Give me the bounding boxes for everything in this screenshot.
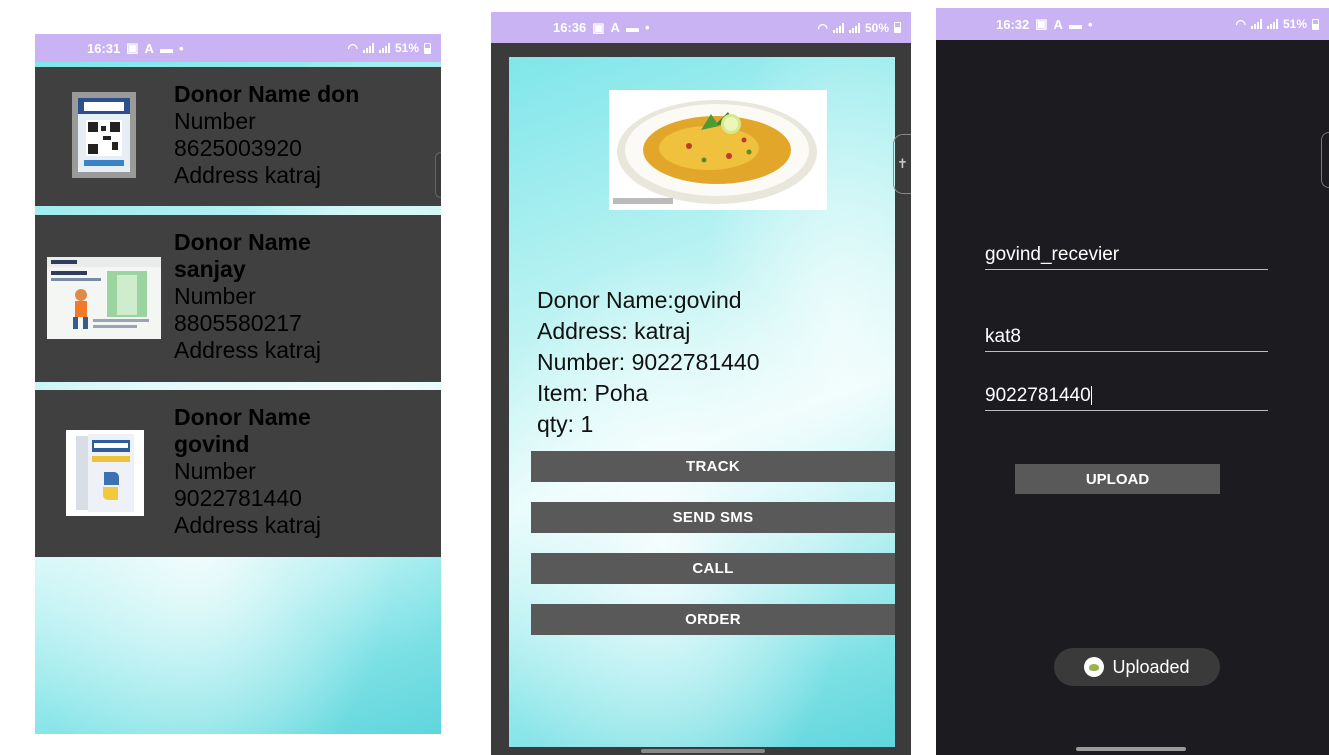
accessibility-icon[interactable]: ✝ xyxy=(893,134,911,194)
detail-address: Address: katraj xyxy=(537,318,691,344)
paytm-qr-image xyxy=(72,92,136,178)
donor-detail-screen: 16:36 ▣ A ▬ • ◠ 50% Donor Name:govind Ad… xyxy=(491,12,911,755)
battery-icon xyxy=(424,42,431,54)
number-label: Number xyxy=(174,283,256,309)
status-bar: 16:31 ▣ A ▬ • ◠ 51% xyxy=(35,34,441,62)
wifi-icon: ◠ xyxy=(347,41,358,55)
career-ad-image xyxy=(47,257,161,339)
home-indicator[interactable] xyxy=(641,749,765,753)
notification-icon: ▬ xyxy=(1068,16,1082,32)
donor-name-line1: Donor Name xyxy=(174,404,311,430)
donor-address: Address katraj xyxy=(174,162,322,188)
accessibility-handle-icon[interactable] xyxy=(1321,132,1329,188)
gallery-icon: ▣ xyxy=(592,19,605,35)
detail-donor-name: Donor Name:govind xyxy=(537,287,742,313)
donor-name-line2: govind xyxy=(174,431,250,457)
detail-item: Item: Poha xyxy=(537,380,649,406)
number-label: Number xyxy=(174,458,256,484)
send-sms-button[interactable]: SEND SMS xyxy=(531,502,895,533)
notification-icon: ▬ xyxy=(625,20,639,35)
signal-icon-2 xyxy=(1266,19,1278,29)
track-button[interactable]: TRACK xyxy=(531,451,895,482)
wifi-icon: ◠ xyxy=(817,20,828,35)
status-time: 16:36 xyxy=(553,20,587,35)
signal-icon xyxy=(362,43,374,53)
status-bar: 16:32 ▣ A ▬ • ◠ 51% xyxy=(936,8,1329,40)
receiver-name-field[interactable]: govind_recevier xyxy=(985,244,1268,270)
list-item[interactable]: Donor Name govind Number 9022781440 Addr… xyxy=(35,390,441,557)
dot-icon: • xyxy=(178,40,184,56)
battery-percent: 51% xyxy=(394,41,419,55)
poha-food-image xyxy=(609,90,827,210)
donor-address: Address katraj xyxy=(174,337,322,363)
donor-address: Address katraj xyxy=(174,512,322,538)
dot-icon: • xyxy=(1087,16,1093,32)
signal-icon xyxy=(1250,19,1262,29)
app-a-icon: A xyxy=(1053,16,1063,32)
battery-icon xyxy=(1312,18,1319,30)
battery-percent: 51% xyxy=(1282,17,1307,31)
gallery-icon: ▣ xyxy=(126,40,139,55)
upload-screen: 16:32 ▣ A ▬ • ◠ 51% govind_recevier kat8… xyxy=(936,8,1329,755)
text-cursor xyxy=(1090,386,1093,406)
side-edge-handle[interactable] xyxy=(435,152,441,198)
phone-field-value: 9022781440 xyxy=(985,385,1091,406)
notification-icon: ▬ xyxy=(159,40,173,56)
signal-icon-2 xyxy=(848,22,860,33)
home-indicator[interactable] xyxy=(1076,747,1186,751)
donor-list: Donor Name don Number 8625003920 Address… xyxy=(35,62,441,734)
uploaded-toast: Uploaded xyxy=(1054,648,1220,686)
status-time: 16:31 xyxy=(87,40,121,56)
status-bar: 16:36 ▣ A ▬ • ◠ 50% xyxy=(491,12,911,43)
gallery-icon: ▣ xyxy=(1035,16,1048,31)
donor-number: 8805580217 xyxy=(174,310,302,336)
battery-percent: 50% xyxy=(864,20,889,35)
detail-panel: Donor Name:govind Address: katraj Number… xyxy=(509,57,895,747)
dot-icon: • xyxy=(644,20,650,35)
status-time: 16:32 xyxy=(996,16,1030,32)
donor-number: 8625003920 xyxy=(174,135,302,161)
app-a-icon: A xyxy=(610,20,620,35)
toast-text: Uploaded xyxy=(1112,656,1190,677)
detail-number: Number: 9022781440 xyxy=(537,349,760,375)
python-book-image xyxy=(66,430,144,516)
list-item[interactable]: Donor Name sanjay Number 8805580217 Addr… xyxy=(35,215,441,382)
signal-icon-2 xyxy=(378,43,390,53)
donor-details: Donor Name:govind Address: katraj Number… xyxy=(537,285,760,440)
detail-qty: qty: 1 xyxy=(537,411,594,437)
number-label: Number xyxy=(174,108,256,134)
address-field[interactable]: kat8 xyxy=(985,326,1268,352)
donor-list-screen: 16:31 ▣ A ▬ • ◠ 51% Donor Name don Numbe… xyxy=(35,34,441,734)
app-a-icon: A xyxy=(144,40,154,56)
donor-name-line1: Donor Name xyxy=(174,229,311,255)
phone-field[interactable]: 9022781440 xyxy=(985,385,1268,411)
app-logo-icon xyxy=(1084,657,1105,677)
signal-icon xyxy=(832,22,844,33)
donor-number: 9022781440 xyxy=(174,485,302,511)
list-item[interactable]: Donor Name don Number 8625003920 Address… xyxy=(35,67,441,206)
wifi-icon: ◠ xyxy=(1235,17,1246,31)
call-button[interactable]: CALL xyxy=(531,553,895,584)
donor-name: Donor Name don xyxy=(174,81,360,107)
order-button[interactable]: ORDER xyxy=(531,604,895,635)
battery-icon xyxy=(894,22,901,33)
upload-button[interactable]: UPLOAD xyxy=(1015,464,1220,494)
donor-name-line2: sanjay xyxy=(174,256,246,282)
